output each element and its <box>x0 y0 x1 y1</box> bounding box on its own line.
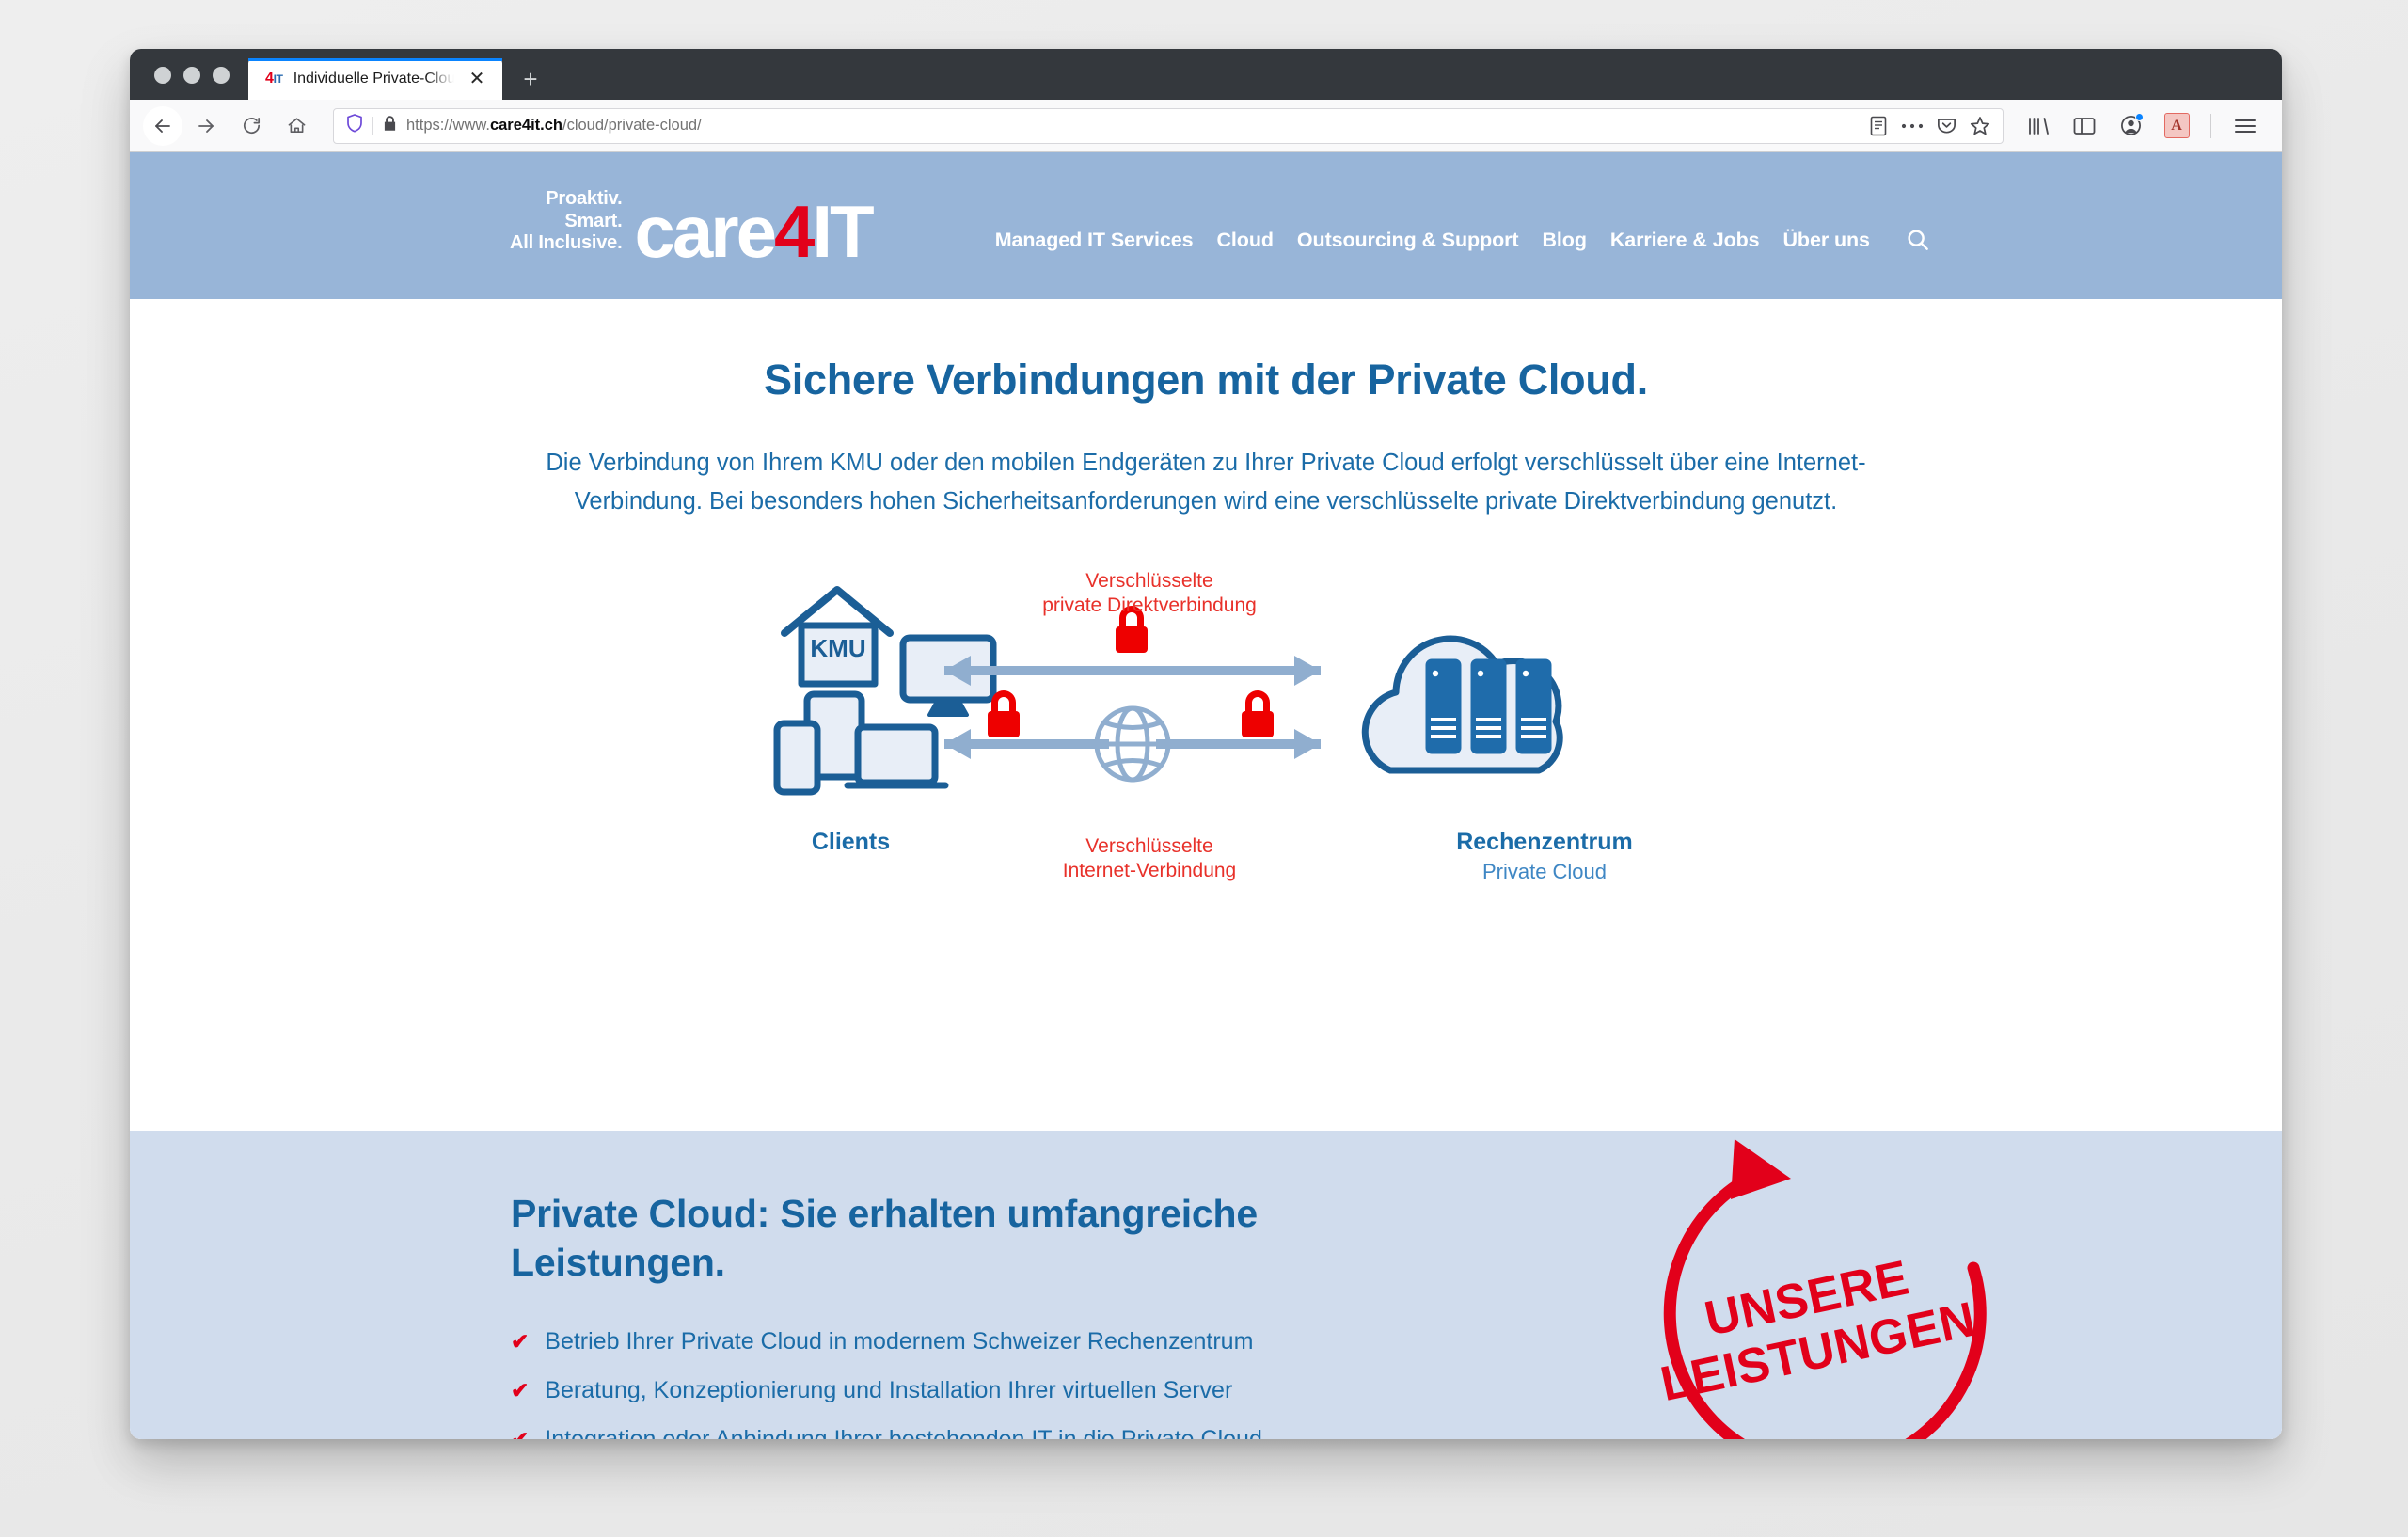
arrow-direct-connection <box>944 655 1321 686</box>
lock-icon-internet-right <box>1242 689 1274 737</box>
services-section: Private Cloud: Sie erhalten umfangreiche… <box>130 1131 2282 1439</box>
pocket-icon[interactable] <box>1936 115 1957 136</box>
url-text: https://www.care4it.ch/cloud/private-clo… <box>406 117 1860 135</box>
unsere-leistungen-badge: UNSERE LEISTUNGEN <box>1607 1132 2011 1439</box>
logo-claim-line-2: Smart. <box>564 210 623 231</box>
list-item: ✔ Beratung, Konzeptionierung und Install… <box>511 1376 2282 1404</box>
reload-button[interactable] <box>230 107 273 145</box>
address-bar-divider <box>372 116 373 135</box>
hamburger-menu-icon[interactable] <box>2226 107 2265 145</box>
url-path: /cloud/private-cloud/ <box>562 117 702 134</box>
house-label: KMU <box>810 634 865 662</box>
diagram-label-direct-connection: Verschlüsselte private Direktverbindung <box>999 569 1300 620</box>
globe-icon <box>1094 705 1171 783</box>
check-icon: ✔ <box>511 1328 530 1354</box>
logo-wordmark: care4IT <box>634 195 874 268</box>
screen: 4IT Individuelle Private-Cloud-Lösu ✕ + <box>0 0 2408 1537</box>
url-host: care4it.ch <box>489 117 562 134</box>
account-icon[interactable] <box>2111 107 2150 145</box>
cloud-datacenter-icon <box>1361 635 1563 774</box>
maximize-window-button[interactable] <box>213 67 230 84</box>
hero-section: Sichere Verbindungen mit der Private Clo… <box>130 299 2282 1131</box>
care4it-favicon: 4IT <box>265 71 283 87</box>
tab-strip: 4IT Individuelle Private-Cloud-Lösu ✕ + <box>130 49 2282 100</box>
home-button[interactable] <box>275 107 318 145</box>
architecture-diagram: KMU Verschlüsselte private Direktverbind… <box>726 569 1686 894</box>
address-bar[interactable]: https://www.care4it.ch/cloud/private-clo… <box>333 107 2004 144</box>
padlock-icon[interactable] <box>382 115 398 137</box>
services-heading: Private Cloud: Sie erhalten umfangreiche… <box>511 1192 1258 1285</box>
close-tab-icon[interactable]: ✕ <box>465 67 489 91</box>
service-item-text: Betrieb Ihrer Private Cloud in modernem … <box>545 1327 1254 1355</box>
back-button[interactable] <box>143 105 182 146</box>
check-icon: ✔ <box>511 1377 530 1402</box>
logo-word-care: care <box>634 189 776 273</box>
toolbar-right-group: A <box>2019 107 2265 145</box>
nav-item-outsourcing-support[interactable]: Outsourcing & Support <box>1297 229 1519 252</box>
pdf-extension-icon[interactable]: A <box>2157 107 2196 145</box>
account-notification-dot <box>2135 112 2144 121</box>
page-title: Sichere Verbindungen mit der Private Clo… <box>764 356 1648 404</box>
internet-connection-line-2: Internet-Verbindung <box>1062 860 1237 882</box>
minimize-window-button[interactable] <box>183 67 200 84</box>
datacenter-title: Rechenzentrum <box>1456 828 1633 855</box>
services-list: ✔ Betrieb Ihrer Private Cloud in moderne… <box>511 1327 2282 1439</box>
search-icon[interactable] <box>1905 227 1931 253</box>
bookmark-star-icon[interactable] <box>1969 115 1991 137</box>
site-logo[interactable]: Proaktiv. Smart. All Inclusive. care4IT <box>510 188 875 268</box>
direct-connection-line-1: Verschlüsselte <box>1085 569 1213 592</box>
library-icon[interactable] <box>2019 107 2058 145</box>
browser-toolbar: https://www.care4it.ch/cloud/private-clo… <box>130 100 2282 152</box>
diagram-label-internet-connection: Verschlüsselte Internet-Verbindung <box>999 834 1300 885</box>
tab-title: Individuelle Private-Cloud-Lösu <box>293 71 454 87</box>
url-scheme: https://www. <box>406 117 490 134</box>
logo-word-four: 4 <box>773 189 815 273</box>
page-actions-ellipsis-icon[interactable] <box>1900 122 1925 130</box>
logo-word-it: IT <box>812 189 874 273</box>
close-window-button[interactable] <box>154 67 171 84</box>
tracking-shield-icon[interactable] <box>345 113 364 138</box>
check-icon: ✔ <box>511 1426 530 1439</box>
list-item: ✔ Integration oder Anbindung Ihrer beste… <box>511 1425 2282 1439</box>
clients-caption: Clients <box>811 828 891 855</box>
service-item-text: Beratung, Konzeptionierung und Installat… <box>545 1376 1233 1403</box>
site-header: Proaktiv. Smart. All Inclusive. care4IT … <box>130 152 2282 299</box>
logo-claim-line-3: All Inclusive. <box>510 232 623 254</box>
nav-item-blog[interactable]: Blog <box>1542 229 1586 252</box>
nav-item-managed-it-services[interactable]: Managed IT Services <box>995 229 1194 252</box>
address-bar-actions <box>1868 115 1995 137</box>
datacenter-caption: Rechenzentrum Private Cloud <box>1403 829 1686 884</box>
reader-view-icon[interactable] <box>1868 115 1889 137</box>
service-item-text: Integration oder Anbindung Ihrer bestehe… <box>545 1425 1262 1439</box>
list-item: ✔ Betrieb Ihrer Private Cloud in moderne… <box>511 1327 2282 1355</box>
nav-item-cloud[interactable]: Cloud <box>1217 229 1275 252</box>
page-viewport: Proaktiv. Smart. All Inclusive. care4IT … <box>130 152 2282 1439</box>
browser-window: 4IT Individuelle Private-Cloud-Lösu ✕ + <box>130 49 2282 1439</box>
new-tab-button[interactable]: + <box>508 58 553 100</box>
server-racks <box>1425 658 1552 754</box>
direct-connection-line-2: private Direktverbindung <box>1042 594 1257 617</box>
nav-item-karriere-jobs[interactable]: Karriere & Jobs <box>1610 229 1760 252</box>
browser-tab-active[interactable]: 4IT Individuelle Private-Cloud-Lösu ✕ <box>248 58 502 100</box>
logo-claim: Proaktiv. Smart. All Inclusive. <box>510 188 623 263</box>
logo-claim-line-1: Proaktiv. <box>546 188 623 210</box>
window-controls <box>130 67 248 100</box>
main-navigation: Managed IT Services Cloud Outsourcing & … <box>995 198 1931 253</box>
sidebar-toggle-icon[interactable] <box>2065 107 2104 145</box>
forward-button[interactable] <box>184 107 228 145</box>
hero-paragraph: Die Verbindung von Ihrem KMU oder den mo… <box>546 450 1866 515</box>
datacenter-subtitle: Private Cloud <box>1481 859 1608 883</box>
internet-connection-line-1: Verschlüsselte <box>1085 834 1213 857</box>
toolbar-divider <box>2210 113 2211 138</box>
nav-item-ueber-uns[interactable]: Über uns <box>1783 229 1870 252</box>
